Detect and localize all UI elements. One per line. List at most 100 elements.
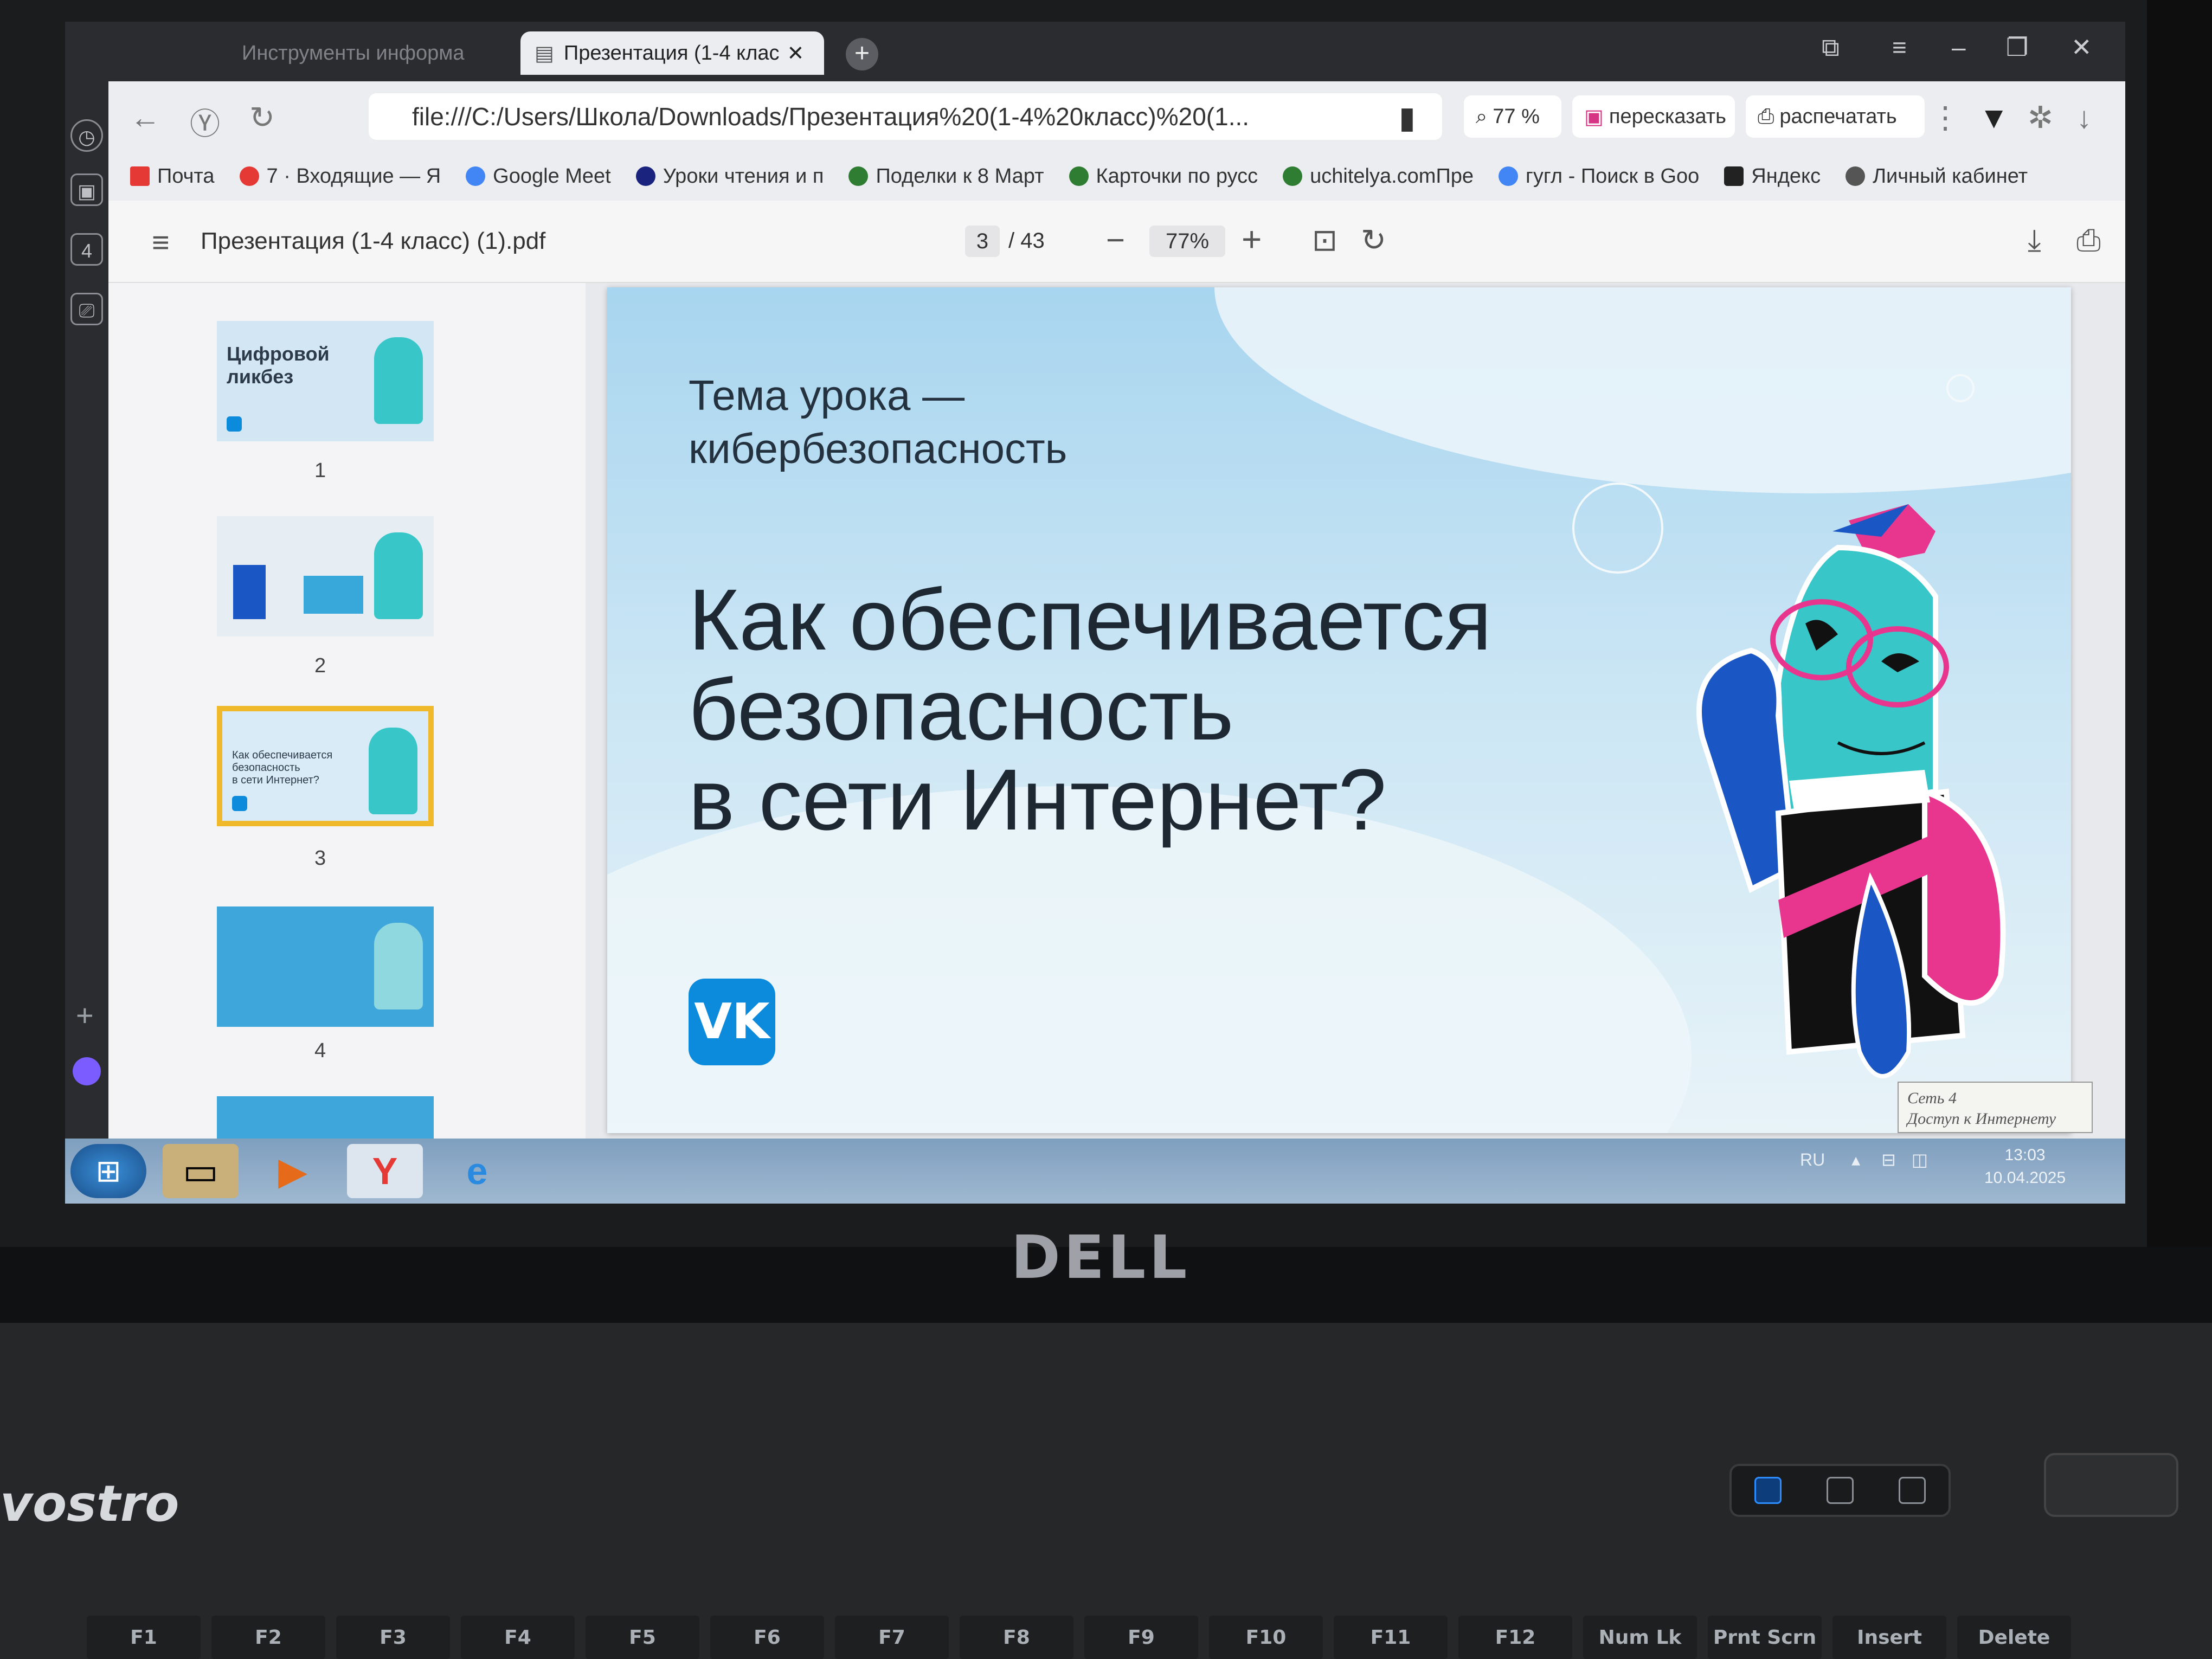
tray-arrow-icon[interactable]: ▴ bbox=[1851, 1150, 1860, 1169]
key[interactable]: Num Lk bbox=[1583, 1616, 1697, 1659]
thumbnail-page-3[interactable]: Как обеспечивается безопасность в сети И… bbox=[217, 706, 434, 826]
bookmark-mail[interactable]: Почта bbox=[130, 165, 215, 188]
restore-icon[interactable]: ❐ bbox=[2006, 33, 2028, 62]
key[interactable]: F4 bbox=[461, 1616, 575, 1659]
thumbnail-panel: Цифровой ликбез 1 2 Как обеспечивается б… bbox=[108, 283, 613, 1156]
bookmark-crafts[interactable]: Поделки к 8 Март bbox=[848, 165, 1044, 188]
zoom-out-button[interactable]: − bbox=[1106, 221, 1125, 259]
key[interactable]: F1 bbox=[87, 1616, 201, 1659]
tooltip-line: Доступ к Интернету bbox=[1907, 1110, 2056, 1128]
decor-circle bbox=[1572, 483, 1663, 574]
zoom-pill[interactable]: ⌕ 77 % bbox=[1464, 95, 1561, 138]
language-indicator[interactable]: RU bbox=[1800, 1150, 1825, 1169]
thumbnail-number: 3 bbox=[314, 847, 326, 870]
reload-icon[interactable]: ↻ bbox=[249, 100, 275, 136]
fit-page-icon[interactable]: ⊡ bbox=[1312, 222, 1338, 258]
tooltip-line: Сеть 4 bbox=[1907, 1089, 1957, 1107]
mascot-thumb bbox=[374, 923, 423, 1009]
close-window-icon[interactable]: ✕ bbox=[2071, 33, 2092, 62]
back-icon[interactable]: ← bbox=[130, 100, 160, 135]
pdf-icon: ▤ bbox=[535, 42, 554, 65]
summarize-button[interactable]: ▣ пересказать bbox=[1572, 95, 1735, 138]
collections-icon[interactable]: ▣ bbox=[70, 173, 103, 206]
new-tab-button[interactable]: + bbox=[846, 38, 878, 70]
bookmark-yandex[interactable]: Яндекс bbox=[1724, 165, 1821, 188]
download-icon[interactable]: ↓ bbox=[2076, 100, 2092, 135]
printer-icon: ⎙ bbox=[1758, 105, 1774, 128]
browser-sidebar: ◷ ▣ 4 ⎚ + bbox=[65, 81, 108, 1204]
inbox-icon bbox=[239, 166, 259, 186]
zoom-in-button[interactable]: + bbox=[1242, 219, 1262, 259]
mascot-illustration bbox=[1696, 504, 2006, 1078]
start-button[interactable]: ⊞ bbox=[70, 1144, 146, 1198]
add-panel-icon[interactable]: + bbox=[76, 998, 94, 1033]
url-field[interactable]: file:///C:/Users/Школа/Downloads/Презент… bbox=[369, 93, 1442, 140]
bookmark-inbox[interactable]: 7 · Входящие — Я bbox=[239, 165, 441, 188]
clock-date: 10.04.2025 bbox=[1984, 1169, 2066, 1187]
screen: Инструменты информа ▤ Презентация (1-4 к… bbox=[65, 22, 2125, 1204]
folder-icon: ▭ bbox=[182, 1150, 219, 1192]
extensions-icon[interactable]: ✲ bbox=[2028, 100, 2053, 136]
power-button[interactable] bbox=[2044, 1453, 2178, 1517]
url-text: file:///C:/Users/Школа/Downloads/Презент… bbox=[412, 102, 1250, 131]
key[interactable]: F6 bbox=[710, 1616, 824, 1659]
print-button[interactable]: ⎙ распечатать bbox=[1746, 95, 1925, 138]
tabs-counter[interactable]: 4 bbox=[70, 233, 103, 266]
bookmark-cabinet[interactable]: Личный кабинет bbox=[1846, 165, 2028, 188]
print-label: распечатать bbox=[1779, 105, 1897, 128]
alice-icon[interactable] bbox=[73, 1057, 101, 1085]
page-number-input[interactable]: 3 bbox=[965, 226, 1000, 257]
key[interactable]: F9 bbox=[1084, 1616, 1198, 1659]
thumbnail-page-2[interactable] bbox=[217, 516, 434, 636]
key[interactable]: F10 bbox=[1209, 1616, 1323, 1659]
protect-icon[interactable]: ▼ bbox=[1979, 100, 2009, 135]
internet-explorer-icon: e bbox=[466, 1150, 488, 1192]
volume-icon[interactable]: ◫ bbox=[1912, 1150, 1928, 1169]
check-icon bbox=[1283, 166, 1303, 186]
history-icon[interactable]: ◷ bbox=[70, 119, 103, 152]
screenshot-icon[interactable]: ⎚ bbox=[70, 293, 103, 325]
download-icon[interactable]: ⤓ bbox=[2028, 222, 2041, 259]
key[interactable]: F7 bbox=[835, 1616, 949, 1659]
clock[interactable]: 13:03 10.04.2025 bbox=[1984, 1144, 2066, 1189]
explorer-taskbar-icon[interactable]: ▭ bbox=[163, 1144, 239, 1198]
thumbnail-page-1[interactable]: Цифровой ликбез bbox=[217, 321, 434, 441]
ie-taskbar-icon[interactable]: e bbox=[439, 1144, 515, 1198]
thumbnail-title: Как обеспечивается безопасность в сети И… bbox=[232, 749, 333, 786]
zoom-input[interactable]: 77% bbox=[1149, 226, 1225, 257]
key[interactable]: F5 bbox=[586, 1616, 699, 1659]
more-icon[interactable]: ⋮ bbox=[1930, 100, 1960, 136]
bookmark-uchitelya[interactable]: uchitelya.comПре bbox=[1283, 165, 1474, 188]
bookmark-page-icon[interactable]: ▮ bbox=[1399, 100, 1416, 136]
print-icon[interactable]: ⎙ bbox=[2076, 222, 2101, 259]
yandex-icon[interactable]: Ⓨ bbox=[190, 100, 220, 144]
thumbnail-page-4[interactable] bbox=[217, 906, 434, 1027]
media-player-taskbar-icon[interactable]: ▶ bbox=[255, 1144, 331, 1198]
network-icon[interactable]: ⊟ bbox=[1881, 1150, 1896, 1169]
bookmark-cards[interactable]: Карточки по русс bbox=[1069, 165, 1258, 188]
bookmark-icon[interactable]: ⧉ bbox=[1822, 33, 1840, 63]
tab-presentation[interactable]: ▤ Презентация (1-4 клас ✕ bbox=[520, 31, 824, 75]
key[interactable]: Delete bbox=[1957, 1616, 2071, 1659]
bookmark-reading[interactable]: Уроки чтения и п bbox=[635, 165, 824, 188]
rotate-icon[interactable]: ↻ bbox=[1361, 222, 1386, 258]
key[interactable]: F11 bbox=[1334, 1616, 1448, 1659]
bezel-edge bbox=[2147, 0, 2212, 1290]
site-icon bbox=[635, 166, 655, 186]
system-tray: RU ▴ ⊟ ◫ bbox=[1800, 1149, 1928, 1170]
minimize-icon[interactable]: – bbox=[1952, 33, 1966, 62]
dell-logo: DELL bbox=[1011, 1223, 1191, 1292]
vk-logo: VK bbox=[689, 979, 775, 1065]
menu-icon[interactable]: ≡ bbox=[1892, 33, 1907, 62]
close-tab-icon[interactable]: ✕ bbox=[787, 41, 805, 66]
bookmark-google-search[interactable]: гугл - Поиск в Goo bbox=[1499, 165, 1699, 188]
key[interactable]: Prnt Scrn bbox=[1708, 1616, 1822, 1659]
key[interactable]: F12 bbox=[1458, 1616, 1572, 1659]
bookmark-meet[interactable]: Google Meet bbox=[466, 165, 611, 188]
key[interactable]: Insert bbox=[1832, 1616, 1946, 1659]
key[interactable]: F2 bbox=[211, 1616, 325, 1659]
yandex-browser-taskbar-icon[interactable]: Y bbox=[347, 1144, 423, 1198]
key[interactable]: F3 bbox=[336, 1616, 450, 1659]
key[interactable]: F8 bbox=[960, 1616, 1073, 1659]
hamburger-icon[interactable]: ≡ bbox=[152, 224, 170, 260]
